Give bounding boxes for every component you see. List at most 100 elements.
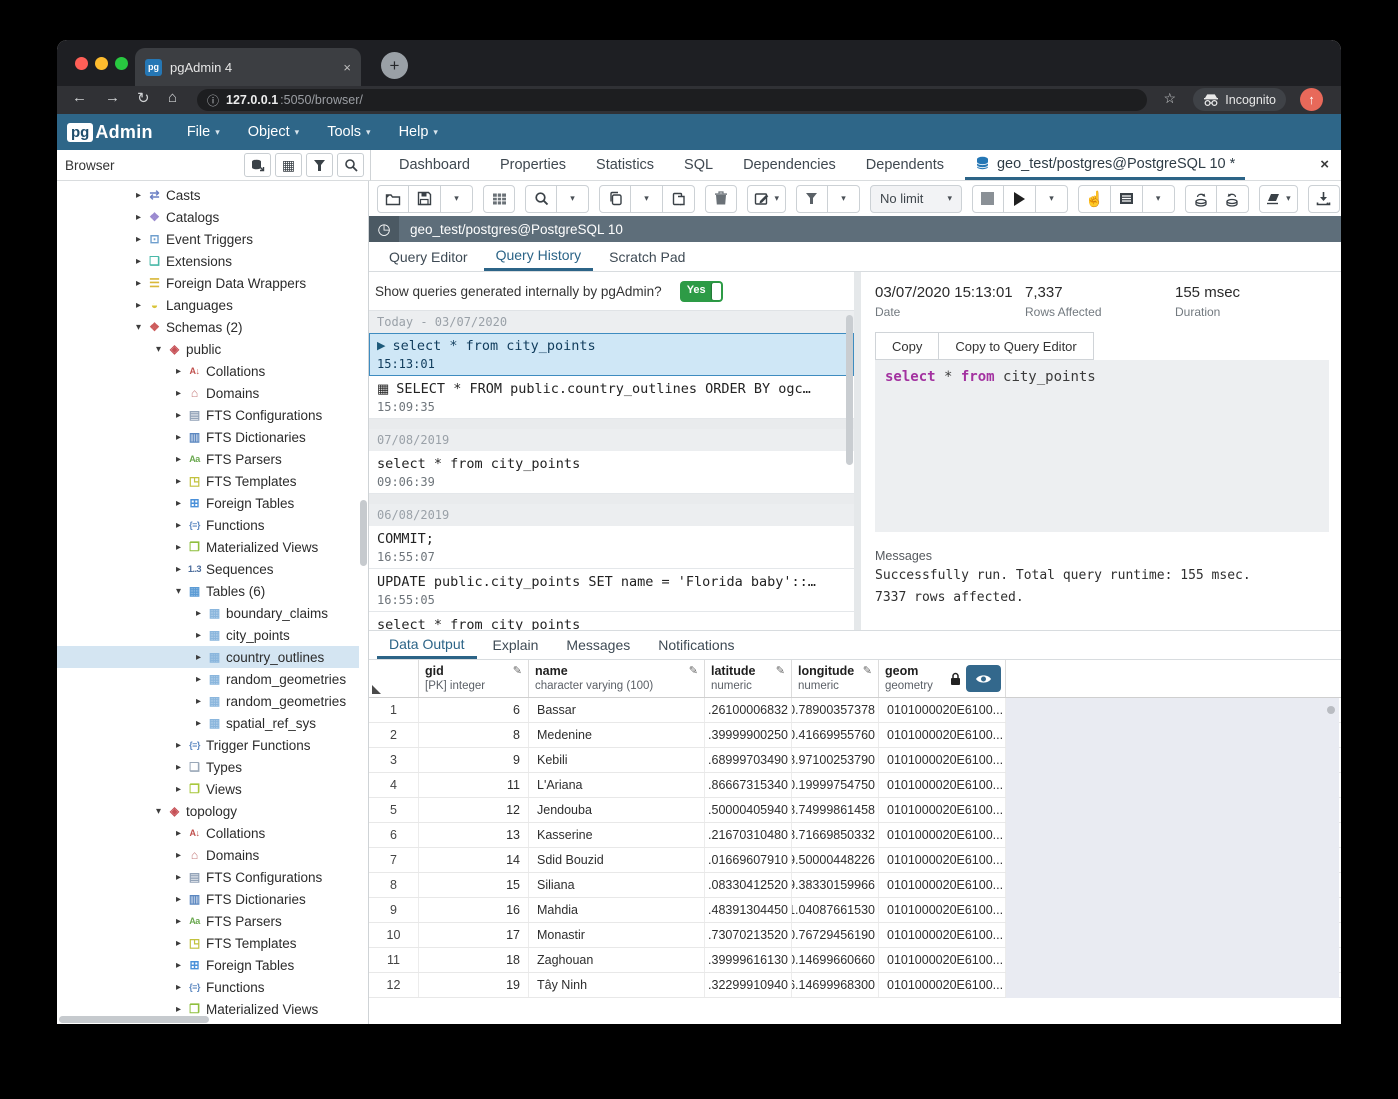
sidebar-item-random-geometries[interactable]: ▸▦random_geometries (57, 690, 359, 712)
sidebar-item-collations[interactable]: ▸A↓Collations (57, 822, 359, 844)
gid-cell[interactable]: 18 (419, 948, 529, 972)
history-entry[interactable]: select * from city_points (369, 612, 854, 630)
tab-query-editor[interactable]: Query Editor (377, 242, 480, 271)
longitude-cell[interactable]: 9.50000448226 (792, 848, 879, 872)
expander-icon[interactable]: ▾ (132, 322, 145, 333)
sidebar-horizontal-scrollbar[interactable] (59, 1016, 209, 1023)
sidebar-item-fts-parsers[interactable]: ▸AaFTS Parsers (57, 448, 359, 470)
sidebar-item-materialized-views[interactable]: ▸❐Materialized Views (57, 998, 359, 1015)
back-icon[interactable]: ← (72, 89, 87, 106)
column-header-gid[interactable]: gid✎[PK] integer (419, 660, 529, 697)
row-number-cell[interactable]: 3 (369, 748, 419, 772)
expander-icon[interactable]: ▸ (172, 1004, 185, 1015)
select-all-corner[interactable] (369, 660, 419, 697)
row-number-cell[interactable]: 7 (369, 848, 419, 872)
query-tool-tab[interactable]: geo_test/postgres@PostgreSQL 10 * (965, 150, 1245, 180)
sidebar-item-sequences[interactable]: ▸1..3Sequences (57, 558, 359, 580)
sidebar-item-views[interactable]: ▸❐Views (57, 778, 359, 800)
tab-sql[interactable]: SQL (669, 150, 728, 180)
explain-dropdown-button[interactable]: ▾ (1143, 185, 1175, 213)
grid-view-icon[interactable]: ▦ (275, 153, 302, 177)
expander-icon[interactable]: ▸ (192, 674, 205, 685)
find-dropdown-button[interactable]: ▾ (557, 185, 589, 213)
expander-icon[interactable]: ▸ (172, 960, 185, 971)
longitude-cell[interactable]: 8.71669850332 (792, 823, 879, 847)
expander-icon[interactable]: ▸ (172, 564, 185, 575)
grid-scrollbar[interactable] (1327, 706, 1335, 714)
sidebar-item-spatial-ref-sys[interactable]: ▸▦spatial_ref_sys (57, 712, 359, 734)
latitude-cell[interactable]: .32299910940 (705, 973, 792, 997)
expander-icon[interactable]: ▸ (172, 410, 185, 421)
sidebar-item-domains[interactable]: ▸⌂Domains (57, 844, 359, 866)
panel-splitter[interactable] (854, 272, 861, 630)
row-number-cell[interactable]: 5 (369, 798, 419, 822)
sidebar-item-country-outlines[interactable]: ▸▦country_outlines (57, 646, 359, 668)
edit-grid-button[interactable] (483, 185, 515, 213)
clear-button[interactable]: ▾ (1259, 185, 1298, 213)
minimize-window-button[interactable] (95, 57, 108, 70)
expander-icon[interactable]: ▸ (172, 740, 185, 751)
row-number-cell[interactable]: 8 (369, 873, 419, 897)
close-window-button[interactable] (75, 57, 88, 70)
site-info-icon[interactable]: ⓘ (207, 92, 219, 109)
expander-icon[interactable]: ▾ (152, 806, 165, 817)
internal-queries-toggle[interactable]: Yes (680, 281, 723, 302)
search-tree-icon[interactable] (337, 153, 364, 177)
expander-icon[interactable]: ▸ (132, 234, 145, 245)
longitude-cell[interactable]: 8.74999861458 (792, 798, 879, 822)
sidebar-item-domains[interactable]: ▸⌂Domains (57, 382, 359, 404)
expander-icon[interactable]: ▸ (172, 850, 185, 861)
expander-icon[interactable]: ▸ (172, 784, 185, 795)
sidebar-item-event-triggers[interactable]: ▸⊡Event Triggers (57, 228, 359, 250)
geom-cell[interactable]: 0101000020E6100... (879, 848, 1006, 872)
name-cell[interactable]: Kasserine (529, 823, 705, 847)
sidebar-item-boundary-claims[interactable]: ▸▦boundary_claims (57, 602, 359, 624)
latitude-cell[interactable]: .08330412520 (705, 873, 792, 897)
name-cell[interactable]: Sdid Bouzid (529, 848, 705, 872)
paste-button[interactable] (663, 185, 695, 213)
sidebar-item-trigger-functions[interactable]: ▸{≡}Trigger Functions (57, 734, 359, 756)
add-server-icon[interactable] (244, 153, 271, 177)
copy-button[interactable] (599, 185, 631, 213)
expander-icon[interactable]: ▸ (172, 388, 185, 399)
tab-properties[interactable]: Properties (485, 150, 581, 180)
sidebar-item-public[interactable]: ▾◈public (57, 338, 359, 360)
gid-cell[interactable]: 14 (419, 848, 529, 872)
geom-cell[interactable]: 0101000020E6100... (879, 923, 1006, 947)
edit-column-icon[interactable]: ✎ (513, 664, 522, 678)
expander-icon[interactable]: ▸ (132, 278, 145, 289)
sidebar-item-fts-templates[interactable]: ▸◳FTS Templates (57, 932, 359, 954)
row-number-cell[interactable]: 1 (369, 698, 419, 722)
latitude-cell[interactable]: .50000405940 (705, 798, 792, 822)
gid-cell[interactable]: 17 (419, 923, 529, 947)
tab-close-icon[interactable]: × (343, 60, 351, 75)
expander-icon[interactable]: ▸ (132, 212, 145, 223)
menu-help[interactable]: Help▾ (399, 124, 438, 140)
sidebar-item-tables-6-[interactable]: ▾▦Tables (6) (57, 580, 359, 602)
longitude-cell[interactable]: 8.97100253790 (792, 748, 879, 772)
column-header-geom[interactable]: geomgeometry (879, 660, 1006, 697)
tab-explain[interactable]: Explain (481, 631, 551, 659)
latitude-cell[interactable]: .21670310480 (705, 823, 792, 847)
expander-icon[interactable]: ▸ (192, 630, 205, 641)
row-number-cell[interactable]: 11 (369, 948, 419, 972)
edit-column-icon[interactable]: ✎ (863, 664, 872, 678)
view-geometry-button[interactable] (966, 665, 1001, 692)
sidebar-item-casts[interactable]: ▸⇄Casts (57, 184, 359, 206)
expander-icon[interactable]: ▸ (172, 542, 185, 553)
name-cell[interactable]: Jendouba (529, 798, 705, 822)
latitude-cell[interactable]: .86667315340 (705, 773, 792, 797)
new-tab-button[interactable]: + (381, 52, 408, 79)
longitude-cell[interactable]: 0.76729456190 (792, 923, 879, 947)
history-scrollbar[interactable] (846, 315, 853, 465)
download-csv-button[interactable] (1308, 185, 1340, 213)
sidebar-item-functions[interactable]: ▸{≡}Functions (57, 976, 359, 998)
tab-statistics[interactable]: Statistics (581, 150, 669, 180)
gid-cell[interactable]: 11 (419, 773, 529, 797)
expander-icon[interactable]: ▸ (172, 916, 185, 927)
geom-cell[interactable]: 0101000020E6100... (879, 748, 1006, 772)
geom-cell[interactable]: 0101000020E6100... (879, 823, 1006, 847)
name-cell[interactable]: Siliana (529, 873, 705, 897)
commit-mode-button[interactable]: ☝ (1078, 185, 1111, 213)
tab-dependents[interactable]: Dependents (851, 150, 959, 180)
